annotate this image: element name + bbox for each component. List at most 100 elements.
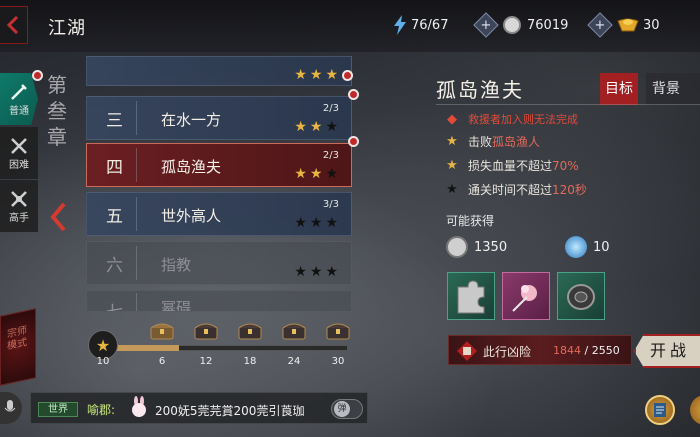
stage-item-6-locked[interactable]: 六 指教 ★★★: [86, 241, 352, 285]
milestone-label: 30: [331, 356, 345, 367]
stage-name: 世外高人: [161, 207, 222, 225]
rewards-label: 可能获得: [446, 214, 495, 228]
stage-number: 四: [93, 148, 137, 182]
danger-level-bar: 此行凶险 1844 / 2550: [448, 335, 632, 365]
stage-name: 幂碍: [161, 299, 192, 312]
reward-item-bracer[interactable]: [557, 272, 605, 320]
gold-value: 30: [643, 17, 660, 33]
stage-name: 指教: [161, 256, 192, 274]
bunny-emoji-icon: [132, 396, 146, 417]
current-stars: 10: [96, 356, 110, 367]
condition-1: ★ 击败 孤岛渔人: [444, 133, 540, 150]
stamina-display: 76/67: [393, 14, 448, 36]
stage-stars: ★★★: [294, 67, 341, 83]
chat-sender: 喻郡:: [87, 403, 116, 417]
gold-display: 30: [617, 14, 660, 36]
reward-item-hairpin[interactable]: [502, 272, 550, 320]
add-stamina-button[interactable]: +: [473, 12, 499, 38]
milestone-chest-icon[interactable]: [325, 320, 351, 340]
tab-normal[interactable]: 普通: [0, 73, 38, 125]
milestone-chest-icon[interactable]: [149, 320, 175, 340]
notification-dot: [348, 89, 359, 100]
puzzle-piece-icon: [457, 280, 485, 314]
add-silver-button[interactable]: +: [587, 12, 613, 38]
tab-expert-label: 高手: [9, 212, 29, 224]
plus-icon: +: [480, 17, 492, 33]
milestone-chest-icon[interactable]: [237, 320, 263, 340]
stage-stars: ★★★: [294, 215, 341, 231]
stage-item-7-locked[interactable]: 七 幂碍: [86, 290, 352, 312]
condition-2: ★ 损失血量不超过 70%: [444, 157, 579, 174]
sword-icon: [11, 83, 27, 100]
milestone-label: 12: [199, 356, 213, 367]
condition-3: ★ 通关时间不超过 120秒: [444, 181, 587, 198]
previous-chapter-arrow-icon[interactable]: [49, 202, 67, 232]
stage-progress: 2/3: [322, 150, 339, 161]
chat-channel-tag: 世界: [38, 402, 78, 417]
spirit-orb-icon: [565, 236, 587, 258]
star-icon: ★: [446, 182, 458, 197]
stage-item-5[interactable]: 五 世外高人 3/3 ★★★: [86, 192, 352, 236]
master-mode-seal: 宗师模式: [7, 325, 27, 353]
page-title: 江湖: [48, 18, 86, 39]
stage-detail-title: 孤岛渔夫: [436, 78, 524, 102]
notification-dot: [342, 70, 353, 81]
stage-number: 七: [93, 293, 137, 311]
quest-scroll-button[interactable]: [645, 395, 675, 425]
stamina-value: 76/67: [411, 17, 449, 33]
star-icon: ★: [446, 134, 458, 149]
silver-value: 76019: [527, 17, 569, 33]
tab-hard-label: 困难: [9, 159, 29, 171]
milestone-label: 24: [287, 356, 301, 367]
settings-button[interactable]: [690, 395, 700, 425]
chat-message: 200妩5莞芫賞200莞引莨珈: [155, 404, 305, 418]
milestone-label: 6: [158, 356, 166, 367]
gold-ingot-icon: [617, 18, 639, 32]
voice-button[interactable]: [0, 392, 22, 424]
back-button[interactable]: [0, 6, 28, 44]
reward-exp: 10: [565, 235, 610, 259]
milestone-label: 18: [243, 356, 257, 367]
rescue-warning: ◆ 救援者加入则无法完成: [444, 111, 578, 127]
tab-objectives[interactable]: 目标: [600, 73, 638, 105]
stage-item-4-selected[interactable]: 四 孤岛渔夫 2/3 ★★★: [86, 136, 359, 187]
tab-hard[interactable]: 困难: [0, 127, 38, 179]
silver-coin-icon: [503, 16, 521, 34]
stage-progress: 3/3: [322, 199, 339, 210]
stage-name: 孤岛渔夫: [161, 158, 222, 176]
stage-progress: 2/3: [322, 103, 339, 114]
danger-label: 此行凶险: [483, 345, 532, 359]
star-progress-fill: [116, 345, 179, 351]
danger-seal-icon: [457, 341, 477, 361]
stage-name: 在水一方: [161, 111, 222, 129]
danmaku-toggle[interactable]: 弹: [331, 399, 363, 419]
stage-item-3[interactable]: 三 在水一方 2/3 ★★★: [86, 89, 359, 140]
reward-item-puzzle[interactable]: [447, 272, 495, 320]
tab-expert[interactable]: 高手: [0, 180, 38, 232]
stage-number: 三: [93, 101, 137, 135]
reward-silver: 1350: [446, 235, 507, 259]
bracer-icon: [567, 284, 595, 310]
tab-normal-label: 普通: [9, 105, 29, 117]
crossed-swords-icon: [11, 190, 27, 207]
flower-hairpin-icon: [512, 285, 537, 312]
lightning-icon: [394, 15, 406, 35]
star-icon: ★: [446, 158, 458, 173]
microphone-icon: [4, 400, 16, 412]
start-battle-button[interactable]: 开战: [634, 334, 700, 368]
chat-bar[interactable]: 世界 喻郡: 200妩5莞芫賞200莞引莨珈 弹: [30, 392, 368, 424]
back-arrow-icon: [6, 16, 18, 34]
milestone-chest-icon[interactable]: [281, 320, 307, 340]
master-mode-button[interactable]: 宗师模式: [0, 308, 36, 386]
danger-value: 1844 / 2550: [553, 344, 620, 357]
stage-number: 六: [93, 246, 137, 280]
silver-coin-icon: [446, 236, 468, 258]
milestone-chest-icon[interactable]: [193, 320, 219, 340]
top-bar: 江湖 76/67 + 76019 + 30: [0, 0, 700, 52]
stage-item-2[interactable]: ★★★: [86, 56, 352, 86]
tab-background[interactable]: 背景: [646, 73, 700, 105]
stage-stars: ★★★: [294, 264, 341, 280]
stage-stars: ★★★: [294, 166, 341, 182]
scroll-icon: [654, 403, 666, 417]
divider: [436, 104, 700, 105]
